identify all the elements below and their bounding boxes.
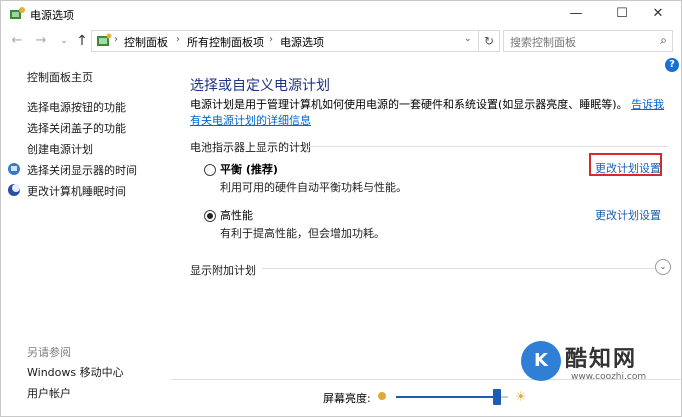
sidebar-item-create-plan[interactable]: 创建电源计划 [27,141,93,157]
breadcrumb-all-items[interactable]: 所有控制面板项 [187,34,264,50]
plan-high-performance-name[interactable]: 高性能 [220,207,253,223]
breadcrumb-separator: › [114,34,118,45]
search-icon[interactable]: ⌕ [660,33,667,48]
breadcrumb-power-options[interactable]: 电源选项 [280,34,324,50]
brightness-label: 屏幕亮度: [323,392,371,405]
watermark: K 酷知网 www.coozhi.com [521,341,676,389]
title-bar: 电源选项 — ☐ ✕ [1,1,681,27]
watermark-logo: K [521,341,561,381]
highlight-box [589,153,662,176]
power-options-window: 电源选项 — ☐ ✕ ← → ⌄ ↑ › 控制面板 › 所有控制面板项 › 电源… [0,0,682,417]
sidebar-item-power-button[interactable]: 选择电源按钮的功能 [27,99,126,115]
watermark-title: 酷知网 [565,347,638,372]
brightness-slider[interactable] [396,396,508,398]
plan-high-performance-radio[interactable] [204,210,216,222]
minimize-button[interactable]: — [559,1,593,27]
plan-balanced-name[interactable]: 平衡 (推荐) [220,161,278,177]
window-title: 电源选项 [30,9,74,22]
maximize-button[interactable]: ☐ [605,1,639,27]
refresh-icon[interactable]: ↻ [478,30,500,52]
sidebar-item-display-off[interactable]: 选择关闭显示器的时间 [27,162,137,178]
navigation-bar: ← → ⌄ ↑ › 控制面板 › 所有控制面板项 › 电源选项 ⌄ ↻ 搜索控制… [1,27,681,55]
page-description: 电源计划是用于管理计算机如何使用电源的一套硬件和系统设置(如显示器亮度、睡眠等)… [190,97,670,129]
section-divider [308,146,668,147]
sidebar: 控制面板主页 选择电源按钮的功能 选择关闭盖子的功能 创建电源计划 选择关闭显示… [1,57,176,416]
up-arrow-icon[interactable]: ↑ [74,33,90,49]
breadcrumb-separator: › [176,34,180,45]
section-title: 电池指示器上显示的计划 [190,141,311,154]
back-arrow-icon[interactable]: ← [9,33,25,49]
dim-sun-icon [378,392,386,400]
see-also-heading: 另请参阅 [27,346,71,359]
page-title: 选择或自定义电源计划 [190,78,330,94]
sidebar-item-sleep[interactable]: 更改计算机睡眠时间 [27,183,126,199]
sidebar-item-control-panel-home[interactable]: 控制面板主页 [27,69,93,85]
watermark-url: www.coozhi.com [571,372,647,382]
expand-chevron-icon[interactable]: ⌄ [655,259,671,275]
monitor-icon [8,163,20,175]
plan-balanced-radio[interactable] [204,164,216,176]
breadcrumb-separator: › [269,34,273,45]
close-button[interactable]: ✕ [641,1,675,27]
description-text: 电源计划是用于管理计算机如何使用电源的一套硬件和系统设置(如显示器亮度、睡眠等)… [190,98,628,111]
control-panel-icon [97,33,112,46]
sidebar-item-lid[interactable]: 选择关闭盖子的功能 [27,120,126,136]
power-options-icon [10,7,25,19]
search-placeholder: 搜索控制面板 [510,36,576,49]
see-also-mobility-center[interactable]: Windows 移动中心 [27,364,124,380]
see-also-user-accounts[interactable]: 用户帐户 [27,385,71,401]
search-input[interactable]: 搜索控制面板 ⌕ [503,30,673,52]
plan-high-performance-description: 有利于提高性能，但会增加功耗。 [220,227,385,240]
recent-locations-icon[interactable]: ⌄ [56,33,72,49]
change-high-performance-plan-link[interactable]: 更改计划设置 [595,207,661,223]
additional-plans-divider [262,268,655,269]
brightness-slider-thumb[interactable] [492,389,501,405]
forward-arrow-icon[interactable]: → [33,33,49,49]
plan-balanced-description: 利用可用的硬件自动平衡功耗与性能。 [220,181,407,194]
brightness-fill [396,396,497,398]
address-dropdown-icon[interactable]: ⌄ [464,34,472,44]
show-additional-plans[interactable]: 显示附加计划 [190,262,256,278]
address-bar[interactable]: › 控制面板 › 所有控制面板项 › 电源选项 ⌄ [91,30,479,52]
moon-icon [8,184,20,196]
breadcrumb-control-panel[interactable]: 控制面板 [124,34,168,50]
bright-sun-icon: ☀ [515,390,527,405]
